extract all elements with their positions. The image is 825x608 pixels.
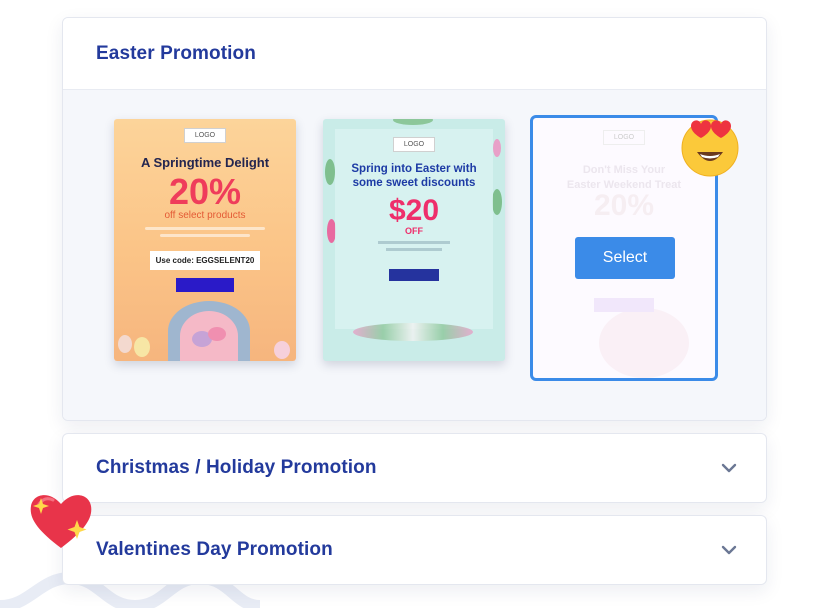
- template-offer: $20: [388, 194, 440, 227]
- template-headline: A Springtime Delight: [140, 155, 270, 170]
- select-template-button[interactable]: Select: [575, 237, 675, 279]
- easter-egg-image: [274, 341, 290, 359]
- template-card-springtime-delight[interactable]: LOGO A Springtime Delight 20% off select…: [114, 119, 296, 361]
- logo-placeholder: LOGO: [183, 128, 227, 143]
- text-placeholder-line: [378, 241, 450, 244]
- headline-line-2: some sweet discounts: [352, 177, 476, 189]
- easter-egg-image: [134, 337, 150, 357]
- section-header-easter[interactable]: Easter Promotion: [63, 18, 766, 90]
- chevron-down-icon[interactable]: [720, 541, 738, 559]
- text-placeholder-line: [160, 234, 250, 237]
- easter-plate-image: [168, 301, 250, 361]
- cta-button-placeholder: [176, 278, 234, 292]
- cta-button-placeholder: [389, 269, 439, 281]
- cta-button-placeholder: [594, 298, 654, 312]
- template-offer-subtext: OFF: [405, 226, 423, 236]
- flower-decoration: [493, 139, 501, 157]
- headline-line-1: Spring into Easter with: [351, 163, 477, 175]
- section-christmas-holiday-promotion[interactable]: Christmas / Holiday Promotion: [62, 433, 767, 503]
- sparkling-heart-icon: [30, 495, 92, 548]
- template-card-spring-into-easter[interactable]: LOGO Spring into Easter with some sweet …: [323, 119, 505, 361]
- coupon-code: Use code: EGGSELENT20: [149, 251, 261, 270]
- flower-decoration: [393, 119, 433, 125]
- easter-egg-image: [118, 335, 132, 353]
- template-offer-subtext: off select products: [164, 210, 246, 221]
- section-valentines-day-promotion[interactable]: Valentines Day Promotion: [62, 515, 767, 585]
- text-placeholder-line: [145, 227, 265, 230]
- chevron-down-icon[interactable]: [720, 459, 738, 477]
- template-offer: 20%: [168, 171, 242, 212]
- template-headline: Spring into Easter with some sweet disco…: [323, 162, 505, 190]
- template-offer: 20%: [593, 189, 655, 222]
- logo-placeholder: LOGO: [392, 137, 436, 152]
- flower-decoration: [353, 323, 473, 341]
- heart-eyes-emoji-icon: [681, 119, 739, 177]
- template-image-faded: [599, 308, 689, 378]
- section-title: Easter Promotion: [96, 42, 256, 64]
- logo-placeholder: LOGO: [602, 130, 646, 145]
- text-placeholder-line: [386, 248, 442, 251]
- section-title: Valentines Day Promotion: [96, 539, 333, 560]
- section-title: Christmas / Holiday Promotion: [96, 457, 377, 478]
